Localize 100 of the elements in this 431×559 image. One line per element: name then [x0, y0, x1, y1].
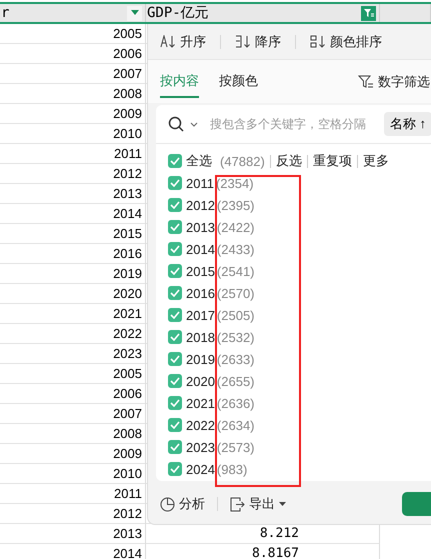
table-cell: 2015	[0, 224, 146, 244]
count-label: (2634)	[216, 418, 254, 433]
table-cell: 2009	[0, 104, 146, 124]
action-link[interactable]: 更多	[362, 152, 389, 170]
number-filter-button[interactable]: 数字筛选	[358, 72, 430, 91]
table-cell: 2007	[0, 404, 146, 424]
search-icon	[168, 116, 184, 132]
checkbox[interactable]	[168, 396, 182, 410]
table-cell: 8.8167	[146, 544, 380, 559]
value-label: 2014	[186, 242, 215, 257]
sort-button[interactable]: 升序	[160, 32, 206, 51]
export-button[interactable]: 导出	[230, 495, 286, 514]
table-cell: 2016	[0, 244, 146, 264]
count-label: (2541)	[216, 264, 254, 279]
sort-button[interactable]: 颜色排序	[310, 32, 382, 51]
count-label: (47882)	[220, 154, 265, 169]
action-link[interactable]: 反选	[276, 152, 302, 170]
confirm-button[interactable]	[402, 492, 431, 516]
filter-icon[interactable]	[361, 6, 376, 20]
checkbox[interactable]	[168, 418, 182, 432]
table-cell: 2012	[0, 504, 146, 524]
dropdown-icon[interactable]	[127, 6, 142, 20]
table-cell: 2010	[0, 124, 146, 144]
count-label: (2532)	[216, 330, 254, 345]
count-label: (2433)	[216, 242, 254, 257]
tab[interactable]: 按颜色	[219, 66, 258, 98]
value-label: 2012	[186, 198, 215, 213]
sort-descending-icon	[235, 34, 251, 49]
select-all-label: 全选	[186, 152, 212, 170]
count-label: (2636)	[216, 396, 254, 411]
filter-icon	[358, 74, 374, 89]
count-label: (2655)	[216, 374, 254, 389]
checkbox[interactable]	[168, 198, 182, 212]
count-label: (2354)	[216, 176, 254, 191]
count-label: (2633)	[216, 352, 254, 367]
checkbox[interactable]	[168, 352, 182, 366]
checkbox[interactable]	[168, 264, 182, 278]
value-label: 2011	[186, 176, 214, 191]
table-cell: 2010	[0, 464, 146, 484]
value-label: 2020	[186, 374, 215, 389]
checkbox[interactable]	[168, 308, 182, 322]
checkbox[interactable]	[168, 374, 182, 388]
table-cell: 2006	[0, 44, 146, 64]
sort-ascending-icon	[160, 34, 176, 49]
value-label: 2021	[186, 396, 215, 411]
value-label: 2017	[186, 308, 215, 323]
table-cell: 2006	[0, 384, 146, 404]
table-cell: 2008	[0, 84, 146, 104]
checkbox[interactable]	[168, 462, 182, 476]
caret-icon	[279, 502, 286, 507]
count-label: (2570)	[216, 286, 254, 301]
checkbox[interactable]	[168, 154, 182, 168]
table-cell: 2014	[0, 204, 146, 224]
table-cell: 2007	[0, 64, 146, 84]
table-cell: 2005	[0, 24, 146, 44]
table-cell: 2009	[0, 444, 146, 464]
pie-chart-icon	[160, 496, 175, 512]
table-cell: 2021	[0, 304, 146, 324]
table-cell: 2019	[0, 264, 146, 284]
value-label: 2022	[186, 418, 215, 433]
export-icon	[230, 496, 245, 512]
count-label: (2573)	[216, 440, 254, 455]
value-label: 2019	[186, 352, 215, 367]
column-header: r	[0, 5, 10, 21]
table-cell: 2014	[0, 544, 146, 559]
checkbox[interactable]	[168, 440, 182, 454]
table-cell: 2022	[0, 324, 146, 344]
table-cell: 2013	[0, 524, 146, 544]
analyze-button[interactable]: 分析	[160, 495, 205, 514]
table-cell: 2023	[0, 344, 146, 364]
value-label: 2016	[186, 286, 215, 301]
caret-icon[interactable]	[190, 122, 198, 127]
table-cell: 2020	[0, 284, 146, 304]
value-label: 2015	[186, 264, 215, 279]
sort-button[interactable]: 降序	[235, 32, 281, 51]
checkbox[interactable]	[168, 330, 182, 344]
count-label: (2395)	[216, 198, 254, 213]
table-cell: 2013	[0, 184, 146, 204]
count-label: (2505)	[216, 308, 254, 323]
table-cell: 2012	[0, 164, 146, 184]
checkbox[interactable]	[168, 242, 182, 256]
table-cell: 2011	[0, 484, 146, 504]
column-header: GDP-亿元	[146, 4, 210, 22]
checkbox[interactable]	[168, 176, 182, 190]
color-sort-icon	[310, 34, 326, 49]
count-label: (2422)	[216, 220, 254, 235]
table-cell: 2005	[0, 364, 146, 384]
value-label: 2023	[186, 440, 215, 455]
value-label: 2013	[186, 220, 215, 235]
value-label: 2024	[186, 462, 215, 477]
tab[interactable]: 按内容	[160, 66, 199, 98]
checkbox[interactable]	[168, 286, 182, 300]
search-field[interactable]: 搜包含多个关键字，空格分隔	[208, 116, 376, 132]
checkbox[interactable]	[168, 220, 182, 234]
table-cell: 2008	[0, 424, 146, 444]
count-label: (983)	[216, 462, 248, 477]
value-label: 2018	[186, 330, 215, 345]
sort-by-name-button[interactable]: 名称 ↑	[384, 112, 431, 136]
table-cell: 2011	[0, 144, 146, 164]
action-link[interactable]: 重复项	[312, 152, 352, 170]
